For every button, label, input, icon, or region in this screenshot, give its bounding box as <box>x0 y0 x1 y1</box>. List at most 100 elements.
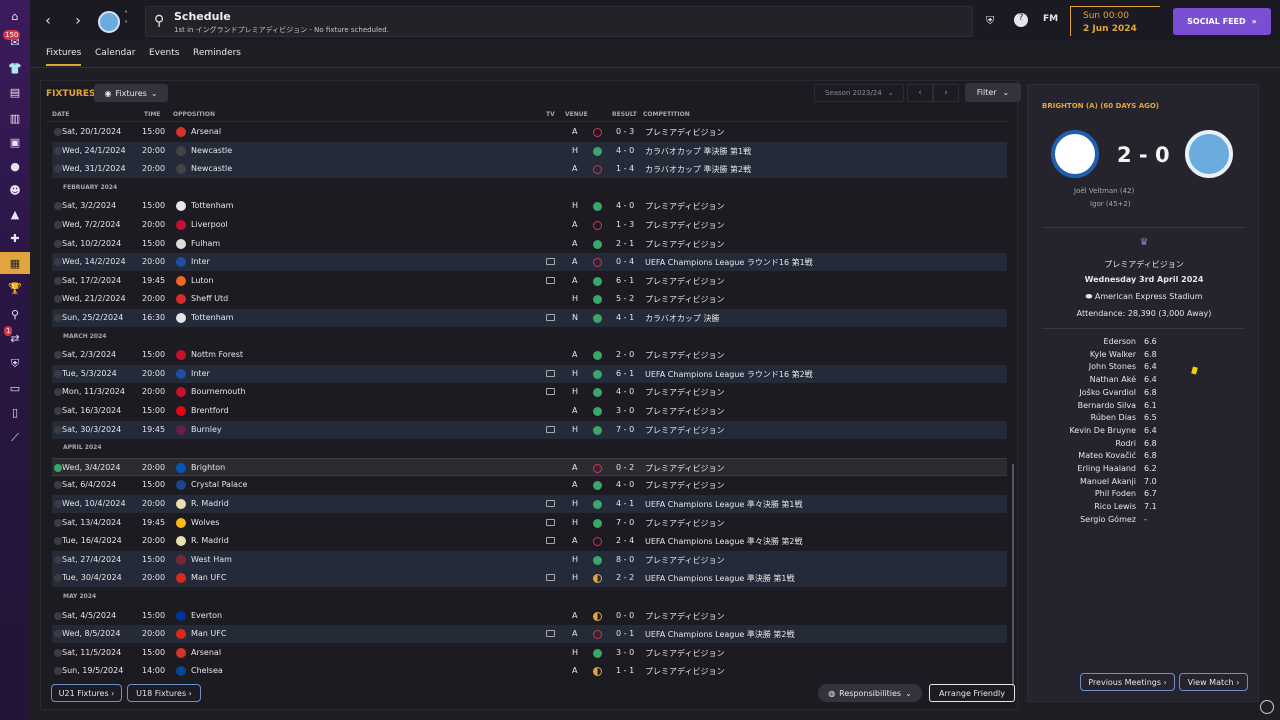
col-tv[interactable]: TV <box>546 111 555 118</box>
fixture-competition[interactable]: プレミアディビジョン <box>645 611 724 622</box>
player-rating-row[interactable]: Rodri 6.8 <box>1028 439 1260 451</box>
fixture-opponent[interactable]: Brighton <box>191 463 225 472</box>
fixture-score[interactable]: 4 - 0 <box>616 146 634 155</box>
fixture-score[interactable]: 1 - 1 <box>616 666 634 675</box>
fixture-row[interactable]: Wed, 21/2/2024 20:00 Sheff Utd H 5 - 2 プレミアディ… <box>52 290 1007 308</box>
staff-icon[interactable]: ☻ <box>7 182 23 198</box>
player-rating-row[interactable]: Sergio Gómez - <box>1028 515 1260 527</box>
club-crest-icon[interactable] <box>98 11 120 33</box>
tab-reminders[interactable]: Reminders <box>193 48 241 58</box>
fixture-opponent[interactable]: Tottenham <box>191 313 233 322</box>
responsibilities-button[interactable]: ◍ Responsibilities ⌄ <box>818 684 922 702</box>
fixture-score[interactable]: 1 - 3 <box>616 220 634 229</box>
fixture-row[interactable]: Wed, 7/2/2024 20:00 Liverpool A 1 - 3 プレミアディビ… <box>52 216 1007 234</box>
competition-name[interactable]: プレミアディビジョン <box>1028 259 1260 270</box>
player-rating-row[interactable]: Rúben Dias 6.5 <box>1028 413 1260 425</box>
fixture-score[interactable]: 2 - 0 <box>616 350 634 359</box>
fixture-opponent[interactable]: Arsenal <box>191 127 221 136</box>
fixture-opponent[interactable]: Inter <box>191 369 210 378</box>
fixture-score[interactable]: 4 - 0 <box>616 387 634 396</box>
player-rating-row[interactable]: Phil Foden 6.7 <box>1028 489 1260 501</box>
fixture-competition[interactable]: プレミアディビジョン <box>645 387 724 398</box>
fixture-competition[interactable]: プレミアディビジョン <box>645 201 724 212</box>
search-icon[interactable]: ⚲ <box>154 13 170 29</box>
fixture-row[interactable]: Wed, 3/4/2024 20:00 Brighton A 0 - 2 プレミアディビジ… <box>52 457 1007 476</box>
fixture-row[interactable]: Mon, 11/3/2024 20:00 Bournemouth H 4 - 0 プレミア… <box>52 383 1007 401</box>
tab-events[interactable]: Events <box>149 48 179 58</box>
fixture-row[interactable]: Tue, 5/3/2024 20:00 Inter H 6 - 1 UEFA Champi… <box>52 364 1007 383</box>
previous-meetings-button[interactable]: Previous Meetings › <box>1080 673 1175 691</box>
player-rating-row[interactable]: Rico Lewis 7.1 <box>1028 502 1260 514</box>
fixture-opponent[interactable]: Tottenham <box>191 201 233 210</box>
fixture-score[interactable]: 0 - 2 <box>616 463 634 472</box>
fixture-competition[interactable]: プレミアディビジョン <box>645 425 724 436</box>
fixture-row[interactable]: Wed, 31/1/2024 20:00 Newcastle A 1 - 4 カラバオカッ… <box>52 160 1007 179</box>
fixture-competition[interactable]: プレミアディビジョン <box>645 294 724 305</box>
fixture-row[interactable]: Sat, 27/4/2024 15:00 West Ham H 8 - 0 プレミアディビ… <box>52 550 1007 569</box>
help-icon[interactable]: ? <box>1014 13 1028 27</box>
stats-icon[interactable]: ● <box>7 158 23 174</box>
medical-icon[interactable]: ✚ <box>7 230 23 246</box>
schedule-icon[interactable]: ▦ <box>7 255 23 271</box>
fixture-opponent[interactable]: Newcastle <box>191 146 232 155</box>
u21-fixtures-button[interactable]: U21 Fixtures › <box>51 684 122 702</box>
fixture-score[interactable]: 6 - 1 <box>616 276 634 285</box>
fixture-row[interactable]: Sat, 2/3/2024 15:00 Nottm Forest A 2 - 0 プレミア… <box>52 346 1007 364</box>
fixture-competition[interactable]: プレミアディビジョン <box>645 239 724 250</box>
fixture-row[interactable]: Sat, 13/4/2024 19:45 Wolves H 7 - 0 プレミアディビジョ… <box>52 514 1007 532</box>
fixture-score[interactable]: 6 - 1 <box>616 369 634 378</box>
player-rating-row[interactable]: John Stones 6.4 <box>1028 362 1260 374</box>
fixture-competition[interactable]: プレミアディビジョン <box>645 220 724 231</box>
player-rating-row[interactable]: Kevin De Bruyne 6.4 <box>1028 426 1260 438</box>
fixture-competition[interactable]: プレミアディビジョン <box>645 666 724 677</box>
player-rating-row[interactable]: Ederson 6.6 <box>1028 337 1260 349</box>
fixture-competition[interactable]: プレミアディビジョン <box>645 350 724 361</box>
stadium[interactable]: ⬬ American Express Stadium <box>1028 292 1260 302</box>
player-rating-row[interactable]: Joško Gvardiol 6.8 <box>1028 388 1260 400</box>
fixture-row[interactable]: Wed, 8/5/2024 20:00 Man UFC A 0 - 1 UEFA Cham… <box>52 625 1007 644</box>
fixture-competition[interactable]: プレミアディビジョン <box>645 127 724 138</box>
help-circle-icon[interactable] <box>1260 700 1274 714</box>
player-rating-row[interactable]: Nathan Aké 6.4 <box>1028 375 1260 387</box>
fixture-opponent[interactable]: Man UFC <box>191 573 226 582</box>
fixture-row[interactable]: Wed, 14/2/2024 20:00 Inter A 0 - 4 UEFA Champ… <box>52 253 1007 272</box>
fixture-opponent[interactable]: Bournemouth <box>191 387 246 396</box>
fixture-row[interactable]: Wed, 24/1/2024 20:00 Newcastle H 4 - 0 カラバオカッ… <box>52 141 1007 160</box>
fixture-score[interactable]: 0 - 4 <box>616 257 634 266</box>
fixture-score[interactable]: 4 - 1 <box>616 499 634 508</box>
competitions-icon[interactable]: 🏆 <box>7 280 23 296</box>
arrange-friendly-button[interactable]: Arrange Friendly <box>929 684 1015 702</box>
player-rating-row[interactable]: Bernardo Silva 6.1 <box>1028 401 1260 413</box>
fixture-competition[interactable]: UEFA Champions League ラウンド16 第2戦 <box>645 369 813 380</box>
fixture-opponent[interactable]: Brentford <box>191 406 229 415</box>
fixture-score[interactable]: 4 - 0 <box>616 480 634 489</box>
filter-button[interactable]: Filter ⌄ <box>965 83 1021 102</box>
search-box[interactable]: ⚲ Schedule 1st in イングランドプレミアディビジョン - No … <box>145 6 973 37</box>
fixture-score[interactable]: 7 - 0 <box>616 425 634 434</box>
squad-icon[interactable]: 👕 <box>7 60 23 76</box>
fixture-row[interactable]: Sun, 25/2/2024 16:30 Tottenham N 4 - 1 カラバオカッ… <box>52 309 1007 327</box>
col-result[interactable]: RESULT <box>612 111 637 118</box>
player-rating-row[interactable]: Manuel Akanji 7.0 <box>1028 477 1260 489</box>
fixture-opponent[interactable]: Inter <box>191 257 210 266</box>
fixture-score[interactable]: 2 - 1 <box>616 239 634 248</box>
scouting-icon[interactable]: ⚲ <box>7 306 23 322</box>
fixture-competition[interactable]: UEFA Champions League 準々決勝 第1戦 <box>645 499 803 510</box>
fixture-row[interactable]: Sat, 11/5/2024 15:00 Arsenal H 3 - 0 プレミアディビジ… <box>52 644 1007 662</box>
player-rating-row[interactable]: Mateo Kovačić 6.8 <box>1028 451 1260 463</box>
col-competition[interactable]: COMPETITION <box>643 111 690 118</box>
fixture-competition[interactable]: プレミアディビジョン <box>645 555 724 566</box>
fixture-row[interactable]: Wed, 10/4/2024 20:00 R. Madrid H 4 - 1 UEFA C… <box>52 495 1007 513</box>
fixture-row[interactable]: Sat, 3/2/2024 15:00 Tottenham H 4 - 0 プレミアディビ… <box>52 197 1007 215</box>
fixture-opponent[interactable]: R. Madrid <box>191 536 229 545</box>
fixture-row[interactable]: Sat, 30/3/2024 19:45 Burnley H 7 - 0 プレミアディビジ… <box>52 420 1007 439</box>
fixture-opponent[interactable]: Fulham <box>191 239 220 248</box>
fixture-competition[interactable]: UEFA Champions League 準決勝 第1戦 <box>645 573 795 584</box>
player-rating-row[interactable]: Erling Haaland 6.2 <box>1028 464 1260 476</box>
fixture-score[interactable]: 4 - 0 <box>616 201 634 210</box>
fixture-score[interactable]: 0 - 0 <box>616 611 634 620</box>
finances-icon[interactable]: ▭ <box>7 380 23 396</box>
feed-icon[interactable]: ⟋ <box>7 430 23 446</box>
fixture-competition[interactable]: プレミアディビジョン <box>645 648 724 659</box>
dev-icon[interactable]: ▣ <box>7 134 23 150</box>
